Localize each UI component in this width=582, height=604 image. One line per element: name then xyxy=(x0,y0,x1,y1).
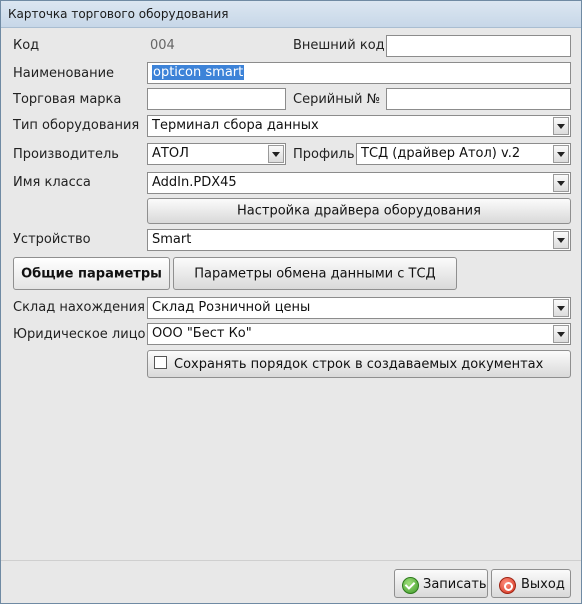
footer-divider xyxy=(1,560,581,561)
chevron-down-icon[interactable] xyxy=(553,231,569,249)
external-code-field[interactable] xyxy=(386,35,571,57)
device-combo[interactable]: Smart xyxy=(147,229,571,251)
tab-general-parameters[interactable]: Общие параметры xyxy=(13,257,170,290)
device-value: Smart xyxy=(152,232,192,247)
profile-label: Профиль xyxy=(293,147,355,162)
driver-settings-button[interactable]: Настройка драйвера оборудования xyxy=(147,198,571,224)
profile-combo[interactable]: ТСД (драйвер Атол) v.2 xyxy=(356,143,571,165)
chevron-down-icon[interactable] xyxy=(553,299,569,317)
window-title: Карточка торгового оборудования xyxy=(8,7,229,21)
manufacturer-label: Производитель xyxy=(13,147,119,162)
legal-entity-label: Юридическое лицо xyxy=(13,327,146,342)
exit-button[interactable]: Выход xyxy=(491,569,571,598)
tab-tsd-exchange-parameters[interactable]: Параметры обмена данными с ТСД xyxy=(173,257,457,290)
keep-row-order-label: Сохранять порядок строк в создаваемых до… xyxy=(174,357,544,372)
chevron-down-icon[interactable] xyxy=(553,325,569,343)
legal-entity-value: ООО "Бест Ко" xyxy=(152,326,252,341)
check-icon xyxy=(402,577,419,594)
checkbox-icon[interactable] xyxy=(154,356,167,369)
class-name-combo[interactable]: AddIn.PDX45 xyxy=(147,172,571,194)
brand-field[interactable] xyxy=(147,88,286,110)
chevron-down-icon[interactable] xyxy=(553,145,569,163)
window-titlebar[interactable]: Карточка торгового оборудования xyxy=(1,1,581,28)
class-name-label: Имя класса xyxy=(13,175,91,190)
save-button[interactable]: Записать xyxy=(394,569,488,598)
warehouse-combo[interactable]: Склад Розничной цены xyxy=(147,297,571,319)
tab-general-parameters-label: Общие параметры xyxy=(21,266,162,281)
exit-icon xyxy=(499,577,516,594)
serial-field[interactable] xyxy=(386,88,571,110)
external-code-label: Внешний код xyxy=(293,38,385,53)
device-label: Устройство xyxy=(13,232,91,247)
code-label: Код xyxy=(13,38,40,53)
name-label: Наименование xyxy=(13,66,115,81)
equipment-type-combo[interactable]: Терминал сбора данных xyxy=(147,115,571,137)
equipment-type-label: Тип оборудования xyxy=(13,118,140,133)
chevron-down-icon[interactable] xyxy=(553,117,569,135)
manufacturer-combo[interactable]: АТОЛ xyxy=(147,143,286,165)
class-name-value: AddIn.PDX45 xyxy=(152,175,237,190)
brand-label: Торговая марка xyxy=(13,92,122,107)
warehouse-label: Склад нахождения xyxy=(13,300,145,315)
exit-button-label: Выход xyxy=(521,577,565,592)
keep-row-order-checkbox[interactable]: Сохранять порядок строк в создаваемых до… xyxy=(147,350,571,378)
name-field[interactable]: opticon smart xyxy=(147,62,571,84)
driver-settings-button-label: Настройка драйвера оборудования xyxy=(237,203,481,219)
code-value: 004 xyxy=(150,38,175,53)
form-area: Код 004 Внешний код Наименование opticon… xyxy=(1,28,581,603)
profile-value: ТСД (драйвер Атол) v.2 xyxy=(361,146,521,161)
chevron-down-icon[interactable] xyxy=(268,145,284,163)
warehouse-value: Склад Розничной цены xyxy=(152,300,311,315)
equipment-card-window: Карточка торгового оборудования Код 004 … xyxy=(0,0,582,604)
manufacturer-value: АТОЛ xyxy=(152,146,189,161)
equipment-type-value: Терминал сбора данных xyxy=(152,118,319,133)
save-button-label: Записать xyxy=(423,577,487,592)
name-field-text: opticon smart xyxy=(152,65,245,80)
serial-label: Серийный № xyxy=(293,92,381,107)
legal-entity-combo[interactable]: ООО "Бест Ко" xyxy=(147,323,571,345)
tab-tsd-exchange-label: Параметры обмена данными с ТСД xyxy=(194,266,436,281)
chevron-down-icon[interactable] xyxy=(553,174,569,192)
